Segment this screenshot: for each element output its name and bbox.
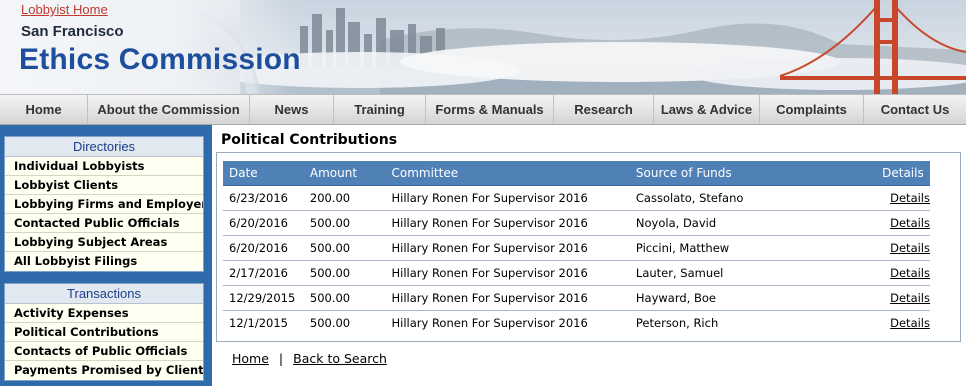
footer-separator: | (278, 351, 284, 366)
table-row: 12/29/2015 500.00 Hillary Ronen For Supe… (223, 285, 930, 311)
cell-committee: Hillary Ronen For Supervisor 2016 (385, 235, 630, 261)
nav-training[interactable]: Training (334, 95, 426, 124)
golden-gate-skyline-image (240, 0, 966, 94)
nav-complaints[interactable]: Complaints (760, 95, 864, 124)
sidebar-item-subject-areas[interactable]: Lobbying Subject Areas (5, 233, 203, 252)
cell-committee: Hillary Ronen For Supervisor 2016 (385, 260, 630, 286)
details-link[interactable]: Details (890, 241, 930, 255)
details-link[interactable]: Details (890, 216, 930, 230)
cell-amount: 500.00 (303, 260, 386, 286)
cell-date: 6/20/2016 (223, 210, 304, 236)
nav-laws-advice[interactable]: Laws & Advice (654, 95, 760, 124)
column-header-date: Date (223, 161, 304, 186)
cell-date: 12/29/2015 (223, 285, 304, 311)
cell-source: Lauter, Samuel (629, 260, 877, 286)
cell-details: Details (876, 260, 930, 286)
cell-amount: 500.00 (303, 235, 386, 261)
cell-source: Cassolato, Stefano (629, 185, 877, 211)
sidebar-item-activity-expenses[interactable]: Activity Expenses (5, 304, 203, 323)
details-link[interactable]: Details (890, 266, 930, 280)
nav-contact[interactable]: Contact Us (864, 95, 966, 124)
cell-details: Details (876, 210, 930, 236)
site-banner: Lobbyist Home San Francisco Ethics Commi… (0, 0, 966, 94)
brand-title: Ethics Commission (19, 43, 301, 76)
table-row: 12/1/2015 500.00 Hillary Ronen For Super… (223, 310, 930, 335)
directories-title: Directories (5, 137, 203, 157)
contributions-table: Date Amount Committee Source of Funds De… (223, 161, 930, 335)
cell-amount: 200.00 (303, 185, 386, 211)
nav-news[interactable]: News (250, 95, 334, 124)
cell-details: Details (876, 285, 930, 311)
table-row: 2/17/2016 500.00 Hillary Ronen For Super… (223, 260, 930, 286)
cell-amount: 500.00 (309, 315, 351, 330)
cell-date: 12/1/2015 (229, 315, 288, 330)
footer-home-link[interactable]: Home (232, 351, 269, 366)
cell-source: Hayward, Boe (629, 285, 877, 311)
back-to-search-link[interactable]: Back to Search (293, 351, 387, 366)
cell-source: Piccini, Matthew (629, 235, 877, 261)
cell-details: Details (876, 185, 930, 211)
directories-panel: Directories Individual Lobbyists Lobbyis… (4, 136, 204, 272)
cell-committee: Hillary Ronen For Supervisor 2016 (385, 285, 630, 311)
cell-source: Noyola, David (629, 210, 877, 236)
nav-home[interactable]: Home (0, 95, 88, 124)
transactions-panel: Transactions Activity Expenses Political… (4, 283, 204, 381)
top-navigation: Home About the Commission News Training … (0, 94, 966, 125)
cell-source: Peterson, Rich (635, 315, 719, 330)
cell-amount: 500.00 (303, 285, 386, 311)
nav-research[interactable]: Research (554, 95, 654, 124)
bottom-links: Home | Back to Search (232, 351, 387, 366)
details-link[interactable]: Details (890, 316, 930, 330)
cell-committee: Hillary Ronen For Supervisor 2016 (385, 210, 630, 236)
table-row: 6/20/2016 500.00 Hillary Ronen For Super… (223, 210, 930, 236)
page-title: Political Contributions (221, 132, 398, 148)
brand-subtitle: San Francisco (21, 23, 124, 40)
cell-amount: 500.00 (303, 210, 386, 236)
transactions-title: Transactions (5, 284, 203, 304)
column-header-details: Details (876, 161, 930, 186)
sidebar-item-contacted-officials[interactable]: Contacted Public Officials (5, 214, 203, 233)
column-header-source: Source of Funds (629, 161, 877, 186)
cell-committee: Hillary Ronen For Supervisor 2016 (385, 185, 630, 211)
details-link[interactable]: Details (890, 291, 930, 305)
sidebar-item-payments-promised[interactable]: Payments Promised by Clients (5, 361, 203, 380)
contributions-table-container: Date Amount Committee Source of Funds De… (216, 152, 961, 342)
details-link[interactable]: Details (890, 191, 930, 205)
cell-committee: Hillary Ronen For Supervisor 2016 (391, 315, 588, 330)
cell-details: Details (876, 310, 930, 335)
cell-date: 6/20/2016 (223, 235, 304, 261)
sidebar-item-individual-lobbyists[interactable]: Individual Lobbyists (5, 157, 203, 176)
sidebar-item-lobbying-firms[interactable]: Lobbying Firms and Employers (5, 195, 203, 214)
column-header-committee: Committee (385, 161, 630, 186)
sidebar-item-all-filings[interactable]: All Lobbyist Filings (5, 252, 203, 271)
table-row: 6/23/2016 200.00 Hillary Ronen For Super… (223, 185, 930, 211)
cell-date: 6/23/2016 (223, 185, 304, 211)
nav-about[interactable]: About the Commission (88, 95, 250, 124)
cell-date: 2/17/2016 (223, 260, 304, 286)
sidebar-item-political-contributions[interactable]: Political Contributions (5, 323, 203, 342)
table-header-row: Date Amount Committee Source of Funds De… (223, 161, 930, 186)
nav-forms[interactable]: Forms & Manuals (426, 95, 554, 124)
cell-details: Details (876, 235, 930, 261)
lobbyist-home-link[interactable]: Lobbyist Home (21, 2, 108, 17)
column-header-amount: Amount (303, 161, 386, 186)
sidebar-item-lobbyist-clients[interactable]: Lobbyist Clients (5, 176, 203, 195)
sidebar-item-contacts-officials[interactable]: Contacts of Public Officials (5, 342, 203, 361)
left-sidebar: Directories Individual Lobbyists Lobbyis… (0, 125, 212, 386)
table-row: 6/20/2016 500.00 Hillary Ronen For Super… (223, 235, 930, 261)
